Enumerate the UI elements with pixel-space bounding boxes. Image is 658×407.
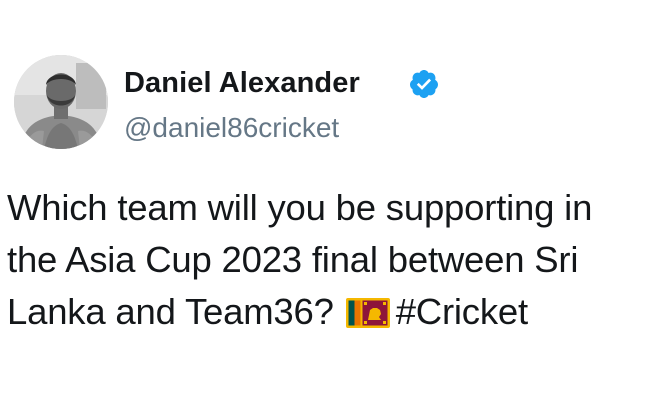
sri-lanka-flag-emoji [345, 298, 390, 328]
tweet-card: Daniel Alexander @daniel86cricket Which … [0, 0, 658, 407]
tweet-text-line: the Asia Cup 2023 final between Sri [7, 239, 579, 280]
tweet-text: Which team will you be supporting in the… [7, 182, 652, 338]
display-name[interactable]: Daniel Alexander [124, 66, 360, 100]
tweet-text-segment: Lanka and Team36? [7, 291, 334, 332]
user-handle[interactable]: @daniel86cricket [124, 111, 339, 145]
tweet-text-line: Which team will you be supporting in [7, 187, 593, 228]
verified-badge-icon [409, 70, 438, 98]
profile-photo [14, 55, 108, 149]
hashtag-link[interactable]: #Cricket [396, 291, 528, 332]
avatar[interactable] [14, 55, 108, 149]
tweet-text-line: Lanka and Team36? #Cricket [7, 286, 652, 338]
